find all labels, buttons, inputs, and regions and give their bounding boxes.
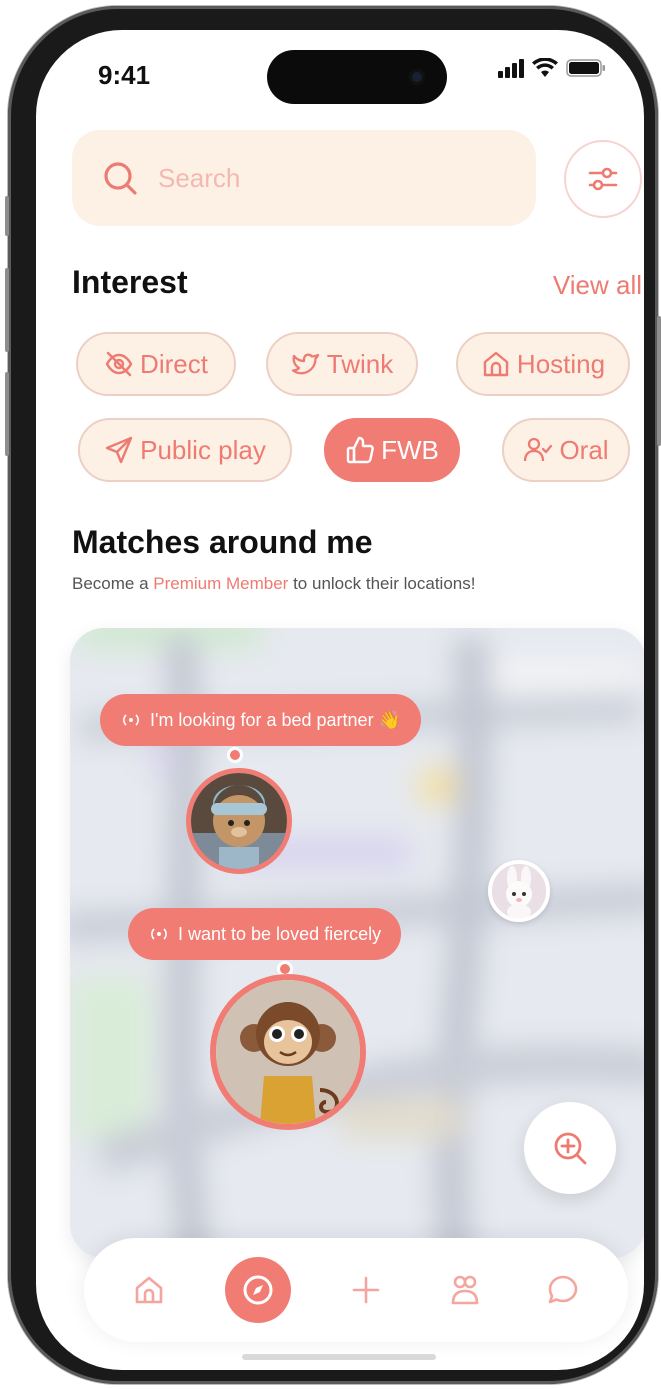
match-message-bubble[interactable]: I'm looking for a bed partner 👋 <box>100 694 421 760</box>
home-icon <box>483 351 509 377</box>
monkey-avatar[interactable] <box>210 974 366 1130</box>
tab-create[interactable] <box>343 1267 389 1313</box>
phone-frame: 9:41 Interest View all Direct Twink Ho <box>5 6 661 1384</box>
tab-chat[interactable] <box>540 1267 586 1313</box>
chip-label: FWB <box>381 434 439 465</box>
wifi-icon <box>532 58 558 77</box>
bear-image <box>191 773 287 869</box>
tab-people[interactable] <box>442 1267 488 1313</box>
volume-down-button <box>5 372 9 456</box>
zoom-in-icon <box>554 1132 587 1165</box>
plus-icon <box>352 1276 380 1304</box>
tab-home[interactable] <box>126 1267 172 1313</box>
subtitle-suffix: to unlock their locations! <box>288 574 476 593</box>
premium-member-link[interactable]: Premium Member <box>153 574 288 593</box>
chip-oral[interactable]: Oral <box>502 418 630 482</box>
match-message-bubble[interactable]: I want to be loved fiercely <box>128 908 402 974</box>
dynamic-island <box>267 50 447 104</box>
chat-icon <box>548 1275 578 1304</box>
bubble-pointer <box>280 964 290 974</box>
compass-icon <box>243 1275 272 1305</box>
chip-label: Twink <box>326 348 394 379</box>
bear-avatar[interactable] <box>186 768 292 874</box>
thumbs-up-icon <box>346 436 374 464</box>
app-screen: 9:41 Interest View all Direct Twink Ho <box>36 30 644 1370</box>
send-icon <box>105 436 133 464</box>
battery-icon <box>566 59 605 77</box>
search-icon <box>104 162 137 195</box>
user-check-icon <box>524 437 553 462</box>
matches-title: Matches around me <box>72 524 373 560</box>
bubble-pointer <box>230 750 240 760</box>
broadcast-icon <box>123 714 139 726</box>
bird-icon <box>291 353 319 375</box>
sliders-icon <box>588 167 618 191</box>
bubble-text: I want to be loved fiercely <box>178 923 382 944</box>
camera-icon <box>409 69 425 85</box>
eye-off-icon <box>105 351 133 377</box>
chip-label: Direct <box>140 348 208 379</box>
chip-public-play[interactable]: Public play <box>78 418 292 482</box>
chip-fwb[interactable]: FWB <box>324 418 460 482</box>
interest-title: Interest <box>72 264 188 300</box>
filter-button[interactable] <box>564 140 642 218</box>
status-icons <box>498 58 606 78</box>
tab-explore[interactable] <box>224 1257 291 1323</box>
home-icon <box>135 1276 163 1304</box>
power-button <box>657 316 661 446</box>
bunny-image <box>492 864 546 918</box>
search-bar[interactable] <box>72 130 536 226</box>
chip-twink[interactable]: Twink <box>266 332 418 396</box>
zoom-in-button[interactable] <box>524 1102 616 1194</box>
chip-label: Hosting <box>516 348 606 379</box>
home-indicator <box>242 1354 436 1360</box>
broadcast-icon <box>151 928 167 940</box>
premium-subtitle: Become a Premium Member to unlock their … <box>72 574 475 594</box>
chip-label: Oral <box>559 434 609 465</box>
subtitle-prefix: Become a <box>72 574 154 593</box>
status-time: 9:41 <box>98 60 151 90</box>
action-button <box>5 196 9 236</box>
chip-direct[interactable]: Direct <box>76 332 236 396</box>
signal-icon <box>498 59 524 78</box>
monkey-image <box>216 980 360 1124</box>
search-input[interactable] <box>158 162 498 194</box>
bunny-avatar[interactable] <box>488 860 550 922</box>
chip-hosting[interactable]: Hosting <box>456 332 630 396</box>
view-all-link[interactable]: View all <box>553 270 642 301</box>
bottom-tab-bar <box>84 1238 628 1342</box>
bubble-text: I'm looking for a bed partner 👋 <box>150 709 401 730</box>
people-icon <box>451 1275 478 1305</box>
volume-up-button <box>5 268 9 352</box>
chip-label: Public play <box>140 434 266 465</box>
